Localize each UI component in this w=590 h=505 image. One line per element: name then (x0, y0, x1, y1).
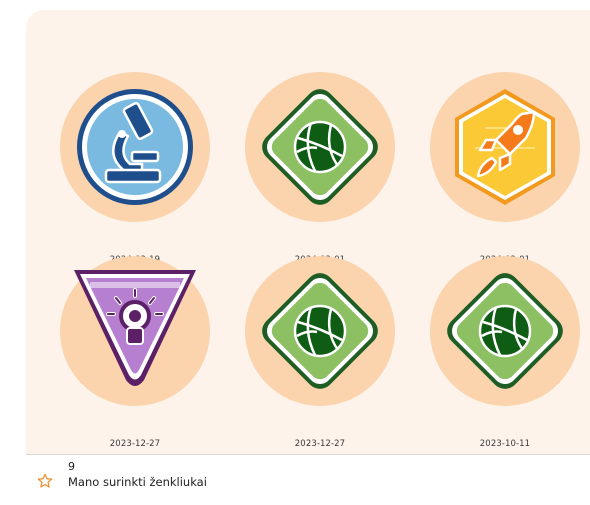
badge-background (60, 256, 210, 406)
basketball-icon (262, 89, 378, 205)
badge-background (60, 72, 210, 222)
badge-item[interactable]: 2024-03-01 (245, 72, 395, 265)
rocket-icon (455, 89, 555, 205)
collected-badges-footer[interactable]: 9 Mano surinkti ženkliukai (26, 454, 590, 504)
badge-date: 2023-10-11 (479, 439, 531, 449)
badge-background (245, 256, 395, 406)
badge-background (430, 256, 580, 406)
badge-item[interactable]: 2023-10-11 (430, 256, 580, 449)
star-outline-icon (37, 473, 53, 488)
collected-badges-label: Mano surinkti ženkliukai (68, 475, 207, 489)
badge-date: 2023-12-27 (109, 439, 161, 449)
lightbulb-icon (74, 270, 196, 386)
badge-item[interactable]: 2023-12-27 (245, 256, 395, 449)
badge-count: 9 (68, 460, 75, 473)
basketball-icon (262, 273, 378, 389)
badge-item[interactable]: 2024-03-19 (60, 72, 210, 265)
badge-item[interactable]: 2023-12-27 (60, 256, 210, 449)
basketball-icon (447, 273, 563, 389)
badge-background (245, 72, 395, 222)
badge-background (430, 72, 580, 222)
microscope-icon (77, 89, 193, 205)
badges-card: 2024-03-19 2024-03-01 (26, 10, 590, 504)
badge-item[interactable]: 2024-02-01 (430, 72, 580, 265)
badge-date: 2023-12-27 (294, 439, 346, 449)
